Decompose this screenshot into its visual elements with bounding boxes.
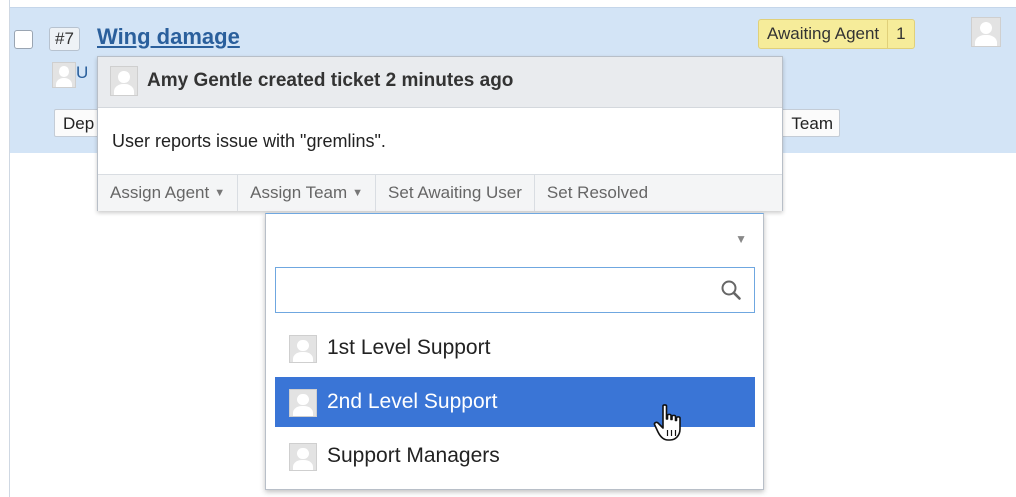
assign-team-button[interactable]: Assign Team ▼ xyxy=(238,175,377,211)
assign-agent-button[interactable]: Assign Agent ▼ xyxy=(98,175,239,211)
status-badge: Awaiting Agent 1 xyxy=(758,19,915,49)
team-search-input[interactable] xyxy=(276,268,706,312)
chevron-down-icon: ▼ xyxy=(735,232,747,246)
ticket-title-link[interactable]: Wing damage xyxy=(97,24,240,50)
status-label: Awaiting Agent xyxy=(767,24,880,43)
agent-avatar-icon xyxy=(971,17,1001,47)
team-option-label: 2nd Level Support xyxy=(327,390,498,413)
left-border xyxy=(0,0,10,497)
popover-message: User reports issue with "gremlins". xyxy=(112,131,386,151)
popover-title: Amy Gentle created ticket 2 minutes ago xyxy=(147,70,514,91)
status-count: 1 xyxy=(887,20,913,48)
hand-cursor-icon xyxy=(653,404,681,441)
popover-header: Amy Gentle created ticket 2 minutes ago xyxy=(98,57,782,108)
assign-agent-label: Assign Agent xyxy=(110,183,210,202)
team-avatar-icon xyxy=(289,335,317,363)
team-option-1st-level-support[interactable]: 1st Level Support xyxy=(275,323,755,373)
team-search-box[interactable] xyxy=(275,267,755,313)
chevron-down-icon: ▼ xyxy=(214,187,226,199)
user-link[interactable]: U xyxy=(76,63,88,83)
team-select-toggle[interactable]: ▼ xyxy=(266,214,763,261)
team-select-dropdown[interactable]: ▼ 1st Level Support 2nd Level Support Su… xyxy=(265,213,764,490)
team-avatar-icon xyxy=(289,389,317,417)
team-option-label: 1st Level Support xyxy=(327,336,491,359)
creator-avatar-icon xyxy=(110,66,138,96)
team-option-label: Support Managers xyxy=(327,444,500,467)
popover-actions: Assign Agent ▼ Assign Team ▼ Set Awaiting … xyxy=(98,174,782,211)
search-icon xyxy=(721,280,741,300)
user-avatar-icon xyxy=(52,62,76,88)
set-awaiting-user-button[interactable]: Set Awaiting User xyxy=(376,175,535,211)
team-avatar-icon xyxy=(289,443,317,471)
ticket-select-checkbox[interactable] xyxy=(14,30,33,49)
assign-team-label: Assign Team xyxy=(250,183,348,202)
chevron-down-icon: ▼ xyxy=(352,187,364,199)
set-resolved-button[interactable]: Set Resolved xyxy=(535,175,660,211)
ticket-preview-popover: Amy Gentle created ticket 2 minutes ago … xyxy=(97,56,783,211)
ticket-id: #7 xyxy=(49,27,80,51)
